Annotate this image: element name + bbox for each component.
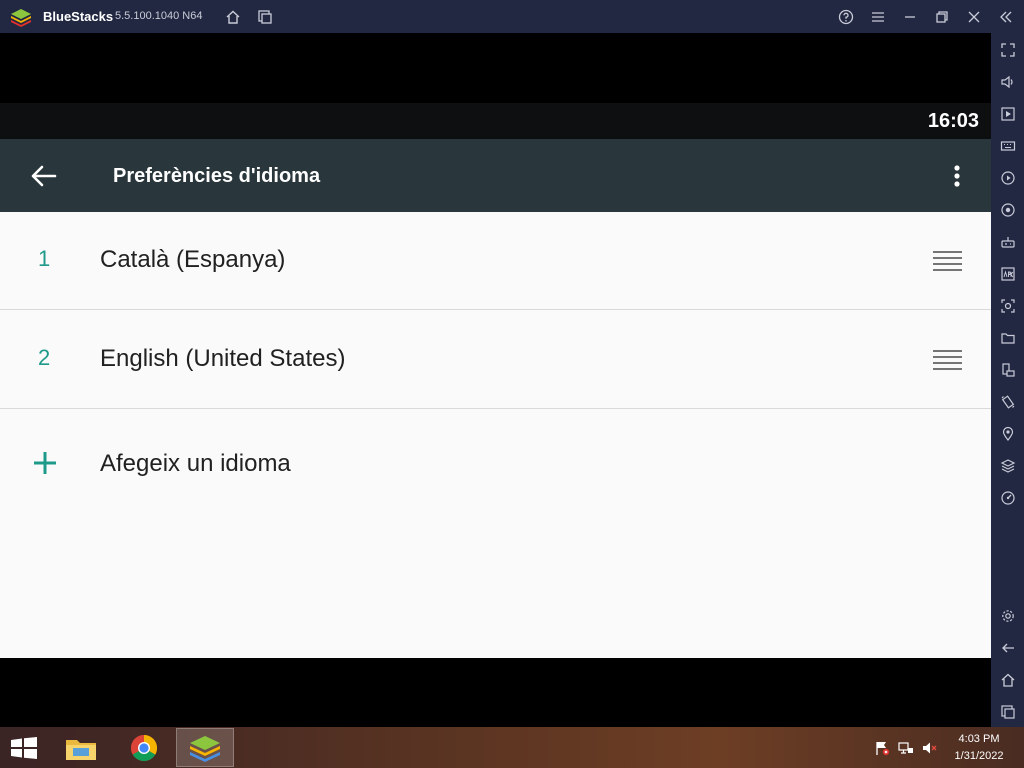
drag-handle-icon[interactable] (933, 250, 962, 272)
eco-mode-icon[interactable] (998, 488, 1018, 508)
plus-icon (34, 452, 56, 474)
minimize-icon[interactable] (899, 6, 921, 28)
windows-taskbar: 4:03 PM 1/31/2022 (0, 727, 1024, 768)
back-icon[interactable] (998, 638, 1018, 658)
android-screen: 16:03 Preferències d'idioma 1 Català (Es… (0, 33, 991, 727)
android-status-bar: 16:03 (0, 103, 991, 139)
location-icon[interactable] (998, 424, 1018, 444)
volume-icon[interactable] (998, 72, 1018, 92)
fullscreen-icon[interactable] (998, 40, 1018, 60)
bluestacks-icon[interactable] (176, 728, 234, 767)
windows-start-icon[interactable] (9, 737, 39, 759)
rotate-icon[interactable] (998, 360, 1018, 380)
volume-muted-icon[interactable] (922, 740, 938, 756)
language-item[interactable]: 1 Català (Espanya) (0, 212, 991, 310)
record-icon[interactable] (998, 200, 1018, 220)
install-apk-icon[interactable] (998, 264, 1018, 284)
overflow-menu-icon[interactable] (945, 161, 969, 191)
language-name: English (United States) (100, 345, 346, 372)
media-manager-icon[interactable] (998, 104, 1018, 124)
drag-handle-icon[interactable] (933, 349, 962, 371)
app-name: BlueStacks (43, 9, 114, 24)
app-bar: Preferències d'idioma (0, 139, 991, 212)
help-icon[interactable] (835, 6, 857, 28)
screenshot-icon[interactable] (998, 296, 1018, 316)
macro-icon[interactable] (998, 168, 1018, 188)
language-index: 1 (38, 246, 51, 271)
chrome-icon[interactable] (115, 728, 173, 767)
multi-instance-icon[interactable] (254, 6, 276, 28)
shake-icon[interactable] (998, 392, 1018, 412)
keyboard-icon[interactable] (998, 136, 1018, 156)
action-center-flag-icon[interactable] (874, 740, 890, 756)
bluestacks-sidebar (991, 33, 1024, 727)
status-clock: 16:03 (927, 110, 979, 132)
page-title: Preferències d'idioma (113, 165, 321, 187)
recent-apps-icon[interactable] (998, 702, 1018, 722)
bluestacks-titlebar: BlueStacks 5.5.100.1040 N64 (0, 0, 1024, 33)
language-item[interactable]: 2 English (United States) (0, 311, 991, 409)
restore-icon[interactable] (931, 6, 953, 28)
home-icon[interactable] (998, 670, 1018, 690)
language-list: 1 Català (Espanya) 2 English (United Sta… (0, 212, 991, 658)
taskbar-time[interactable]: 4:03 PM (946, 733, 1012, 745)
bluestacks-logo-icon (11, 9, 31, 27)
folder-icon[interactable] (998, 328, 1018, 348)
taskbar-date[interactable]: 1/31/2022 (946, 750, 1012, 762)
language-name: Català (Espanya) (100, 246, 286, 273)
language-index: 2 (38, 345, 51, 370)
app-version: 5.5.100.1040 N64 (115, 10, 203, 22)
back-arrow-icon[interactable] (28, 161, 58, 191)
add-language-button[interactable]: Afegeix un idioma (0, 422, 991, 502)
add-language-label: Afegeix un idioma (100, 450, 291, 477)
home-icon[interactable] (222, 6, 244, 28)
network-icon[interactable] (898, 740, 914, 756)
game-controls-icon[interactable] (998, 232, 1018, 252)
collapse-sidebar-icon[interactable] (995, 6, 1017, 28)
multi-instance-sync-icon[interactable] (998, 456, 1018, 476)
close-icon[interactable] (963, 6, 985, 28)
file-explorer-icon[interactable] (52, 728, 110, 767)
menu-icon[interactable] (867, 6, 889, 28)
settings-icon[interactable] (998, 606, 1018, 626)
